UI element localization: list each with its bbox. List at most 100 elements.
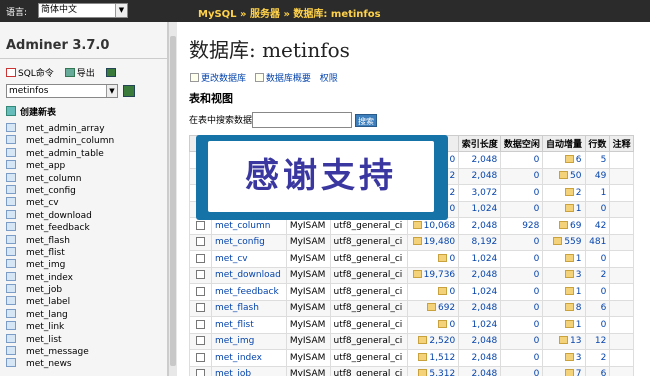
edit-icon[interactable] [564,319,574,328]
table-name-cell[interactable]: met_job [211,365,287,376]
edit-icon[interactable] [412,270,422,279]
rows-cell[interactable]: 0 [584,283,611,301]
table-name-cell[interactable]: met_img [211,332,287,350]
sidebar-table-item[interactable]: met_column [6,172,114,185]
rows-cell[interactable]: 6 [584,299,611,317]
row-checkbox[interactable] [196,303,205,313]
data-free-cell[interactable]: 0 [500,233,544,251]
row-checkbox[interactable] [196,237,205,247]
database-schema-link[interactable]: 数据库概要 [254,73,311,84]
table-name-cell[interactable]: met_cv [211,250,287,268]
edit-icon[interactable] [412,220,422,229]
edit-icon[interactable] [438,253,448,262]
table-icon[interactable] [6,172,16,182]
index-length-cell[interactable]: 1,024 [458,316,502,334]
rows-cell[interactable]: 42 [584,217,611,235]
sidebar-table-link[interactable]: met_flist [26,248,65,258]
import-icon[interactable] [105,68,116,77]
auto-increment-cell[interactable]: 1 [542,316,586,334]
row-checkbox[interactable] [196,352,205,362]
auto-increment-cell[interactable]: 7 [542,365,586,376]
sidebar-table-link[interactable]: met_img [26,260,65,270]
data-length-cell[interactable]: 5,312 [407,365,460,376]
table-name-link[interactable]: met_column [215,221,270,231]
data-free-cell[interactable]: 0 [500,151,544,169]
auto-increment-cell[interactable]: 13 [542,332,586,350]
data-free-cell[interactable]: 0 [500,266,544,284]
table-name-cell[interactable]: met_config [211,233,287,251]
sidebar-table-item[interactable]: met_flist [6,246,114,259]
row-checkbox-cell[interactable] [189,365,212,376]
row-checkbox-cell[interactable] [189,349,212,367]
index-length-cell[interactable]: 2,048 [458,299,502,317]
row-checkbox[interactable] [196,319,205,329]
sidebar-table-item[interactable]: met_job [6,284,114,296]
edit-icon[interactable] [559,336,569,345]
data-free-cell[interactable]: 0 [500,349,544,367]
sidebar-table-item[interactable]: met_cv [6,197,114,209]
sidebar-table-link[interactable]: met_admin_table [26,149,104,159]
edit-icon[interactable] [418,336,428,345]
index-length-cell[interactable]: 2,048 [458,167,502,185]
search-input[interactable] [252,112,352,128]
row-checkbox-cell[interactable] [189,233,212,251]
index-length-cell[interactable]: 2,048 [458,151,502,169]
table-icon[interactable] [6,358,16,368]
data-free-cell[interactable]: 0 [500,167,544,185]
index-length-cell[interactable]: 2,048 [458,217,502,235]
table-name-link[interactable]: met_job [215,369,251,376]
sidebar-table-link[interactable]: met_news [26,359,72,369]
edit-icon[interactable] [564,204,574,213]
edit-icon[interactable] [559,220,569,229]
edit-icon[interactable] [553,237,563,246]
data-length-cell[interactable]: 0 [407,316,460,334]
row-checkbox[interactable] [196,369,205,376]
data-length-cell[interactable]: 1,512 [407,349,460,367]
sidebar-table-item[interactable]: met_admin_table [6,147,114,160]
row-checkbox[interactable] [196,220,205,230]
auto-increment-cell[interactable]: 3 [542,349,586,367]
table-name-cell[interactable]: met_feedback [211,283,287,301]
index-length-cell[interactable]: 1,024 [458,200,502,218]
table-icon[interactable] [6,321,16,331]
table-icon[interactable] [6,184,16,194]
table-icon[interactable] [6,234,16,244]
edit-icon[interactable] [564,270,574,279]
index-length-cell[interactable]: 2,048 [458,365,502,376]
rows-cell[interactable]: 49 [584,167,611,185]
scrollbar-thumb[interactable] [170,36,176,366]
sidebar-table-item[interactable]: met_download [6,209,114,222]
sidebar-table-link[interactable]: met_download [26,211,92,221]
index-length-cell[interactable]: 1,024 [458,250,502,268]
table-icon[interactable] [6,333,16,343]
edit-icon[interactable] [418,352,428,361]
row-checkbox[interactable] [196,270,205,280]
sidebar-table-item[interactable]: met_flash [6,234,114,247]
table-icon[interactable] [6,284,16,294]
data-free-cell[interactable]: 0 [500,200,544,218]
auto-increment-cell[interactable]: 50 [542,167,586,185]
edit-icon[interactable] [418,369,428,376]
auto-increment-cell[interactable]: 559 [542,233,586,251]
table-name-link[interactable]: met_config [215,237,265,247]
data-free-cell[interactable]: 0 [500,283,544,301]
table-name-cell[interactable]: met_flash [211,299,287,317]
sidebar-table-item[interactable]: met_index [6,271,114,284]
sidebar-table-item[interactable]: met_admin_column [6,135,114,147]
row-checkbox[interactable] [196,253,205,263]
sidebar-table-link[interactable]: met_cv [26,198,59,208]
index-length-cell[interactable]: 2,048 [458,349,502,367]
sidebar-table-link[interactable]: met_admin_column [26,136,114,146]
data-length-cell[interactable]: 19,480 [407,233,460,251]
data-length-cell[interactable]: 692 [407,299,460,317]
data-free-cell[interactable]: 928 [500,217,544,235]
sidebar-table-link[interactable]: met_admin_array [26,124,105,134]
edit-icon[interactable] [438,286,448,295]
table-icon[interactable] [6,346,16,356]
edit-icon[interactable] [559,171,569,180]
data-free-cell[interactable]: 0 [500,316,544,334]
index-length-cell[interactable]: 2,048 [458,332,502,350]
sidebar-table-link[interactable]: met_job [26,285,62,295]
sidebar-table-link[interactable]: met_column [26,174,81,184]
auto-increment-cell[interactable]: 3 [542,266,586,284]
